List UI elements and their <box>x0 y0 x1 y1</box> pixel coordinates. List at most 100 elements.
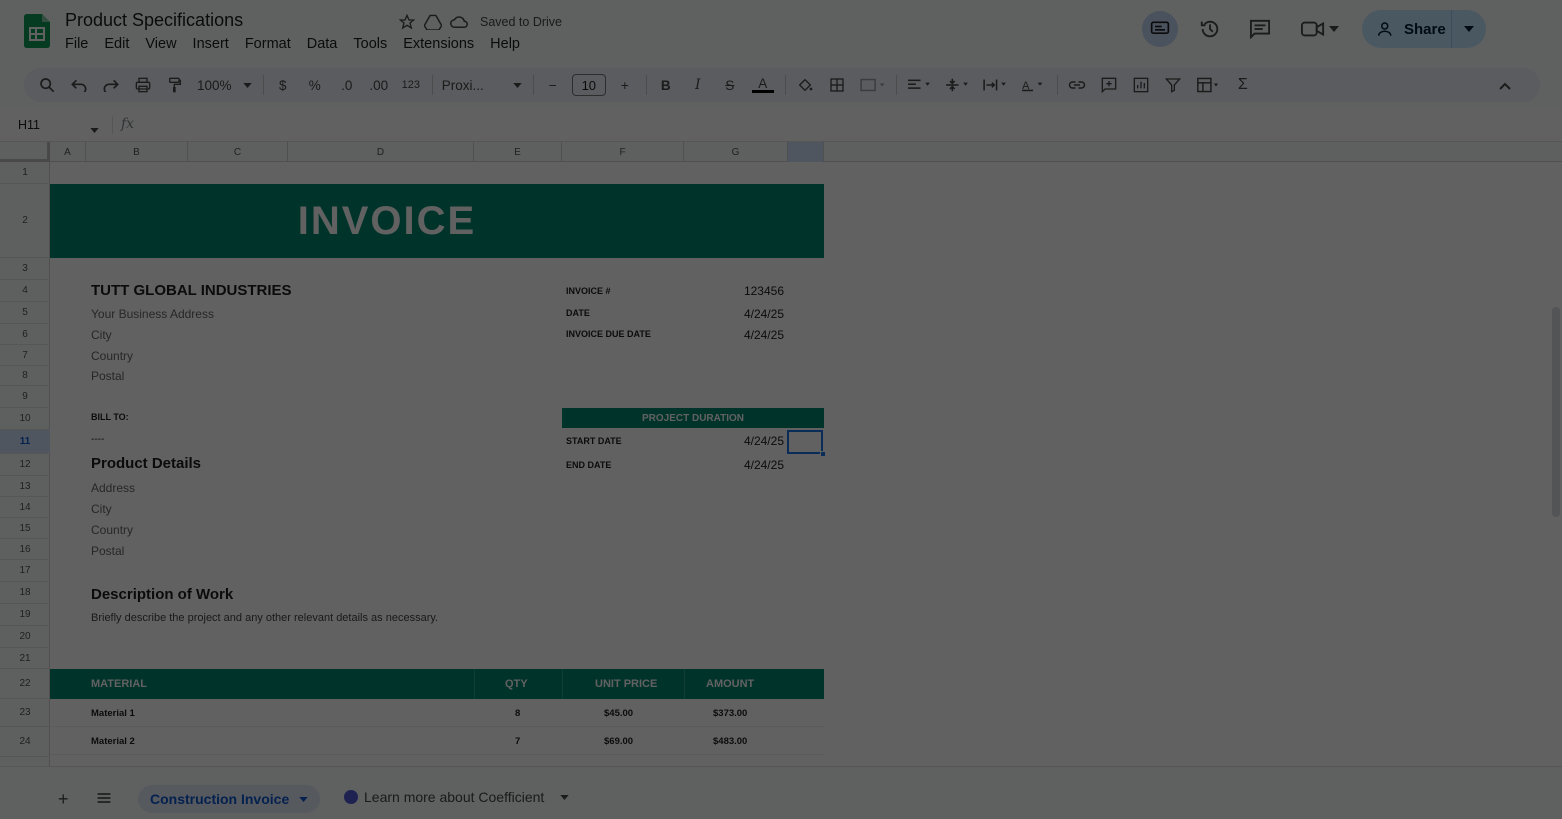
row-header[interactable]: 22 <box>0 669 50 699</box>
product-city[interactable]: City <box>91 502 112 516</box>
column-header-a[interactable]: A <box>50 142 86 162</box>
add-sheet-icon[interactable]: + <box>58 789 69 810</box>
font-size-input[interactable]: 10 <box>571 74 606 96</box>
column-header-d[interactable]: D <box>288 142 474 162</box>
bill-to-value[interactable]: ---- <box>91 434 104 445</box>
text-wrapping-icon[interactable] <box>979 72 1011 98</box>
fill-handle[interactable] <box>820 451 826 457</box>
row-header[interactable]: 15 <box>0 518 50 539</box>
borders-icon[interactable] <box>824 72 850 98</box>
merge-cells-icon[interactable] <box>856 72 888 98</box>
amount-cell[interactable]: $483.00 <box>713 736 747 747</box>
row-header[interactable]: 14 <box>0 497 50 518</box>
document-title[interactable]: Product Specifications <box>65 10 243 31</box>
vertical-align-icon[interactable] <box>941 72 973 98</box>
unit-price-cell[interactable]: $69.00 <box>604 736 633 747</box>
column-header-c[interactable]: C <box>188 142 288 162</box>
business-country[interactable]: Country <box>91 349 133 363</box>
invoice-due-date-label[interactable]: INVOICE DUE DATE <box>566 329 651 339</box>
cloud-saved-icon[interactable] <box>450 13 468 31</box>
row-header[interactable]: 6 <box>0 324 50 345</box>
increase-decimal-button[interactable]: .00 <box>366 72 392 98</box>
menu-tools[interactable]: Tools <box>353 36 395 52</box>
chevron-down-icon[interactable] <box>90 120 99 138</box>
row-header[interactable]: 13 <box>0 476 50 497</box>
more-formats-button[interactable]: 123 <box>398 72 424 98</box>
row-header[interactable]: 20 <box>0 626 50 648</box>
increase-font-size-button[interactable]: + <box>612 72 638 98</box>
row-header-selected[interactable]: 11 <box>0 430 50 454</box>
bold-icon[interactable]: B <box>653 72 679 98</box>
menu-file[interactable]: File <box>65 36 96 52</box>
business-city[interactable]: City <box>91 328 112 342</box>
strikethrough-icon[interactable]: S <box>717 72 743 98</box>
meet-call-icon[interactable] <box>1292 20 1348 38</box>
gemini-chat-icon[interactable] <box>1142 11 1178 47</box>
version-history-icon[interactable] <box>1192 11 1228 47</box>
insert-link-icon[interactable] <box>1064 72 1090 98</box>
sheet-tab-construction-invoice[interactable]: Construction Invoice <box>138 785 321 813</box>
description-text[interactable]: Briefly describe the project and any oth… <box>91 612 438 624</box>
format-percent-button[interactable]: % <box>302 72 328 98</box>
invoice-due-date-value[interactable]: 4/24/25 <box>744 328 784 342</box>
start-date-label[interactable]: START DATE <box>566 436 622 446</box>
print-icon[interactable] <box>130 72 156 98</box>
row-header[interactable]: 17 <box>0 560 50 582</box>
horizontal-align-icon[interactable] <box>903 72 935 98</box>
product-details-title[interactable]: Product Details <box>91 455 201 472</box>
description-title[interactable]: Description of Work <box>91 586 233 603</box>
all-sheets-icon[interactable] <box>96 791 112 810</box>
sheets-logo-icon[interactable] <box>24 14 50 48</box>
fill-color-icon[interactable] <box>792 72 818 98</box>
comments-icon[interactable] <box>1242 11 1278 47</box>
end-date-label[interactable]: END DATE <box>566 460 611 470</box>
redo-icon[interactable] <box>98 72 124 98</box>
italic-icon[interactable]: I <box>685 72 711 98</box>
project-duration-header[interactable]: PROJECT DURATION <box>562 408 824 428</box>
menu-extensions[interactable]: Extensions <box>403 36 482 52</box>
row-header[interactable]: 4 <box>0 280 50 302</box>
amount-cell[interactable]: $373.00 <box>713 708 747 719</box>
column-header-g[interactable]: G <box>684 142 788 162</box>
row-header[interactable]: 8 <box>0 366 50 386</box>
row-header[interactable]: 5 <box>0 302 50 324</box>
end-date-value[interactable]: 4/24/25 <box>744 458 784 472</box>
column-header-f[interactable]: F <box>562 142 684 162</box>
text-rotation-icon[interactable]: A <box>1017 72 1049 98</box>
insert-chart-icon[interactable] <box>1128 72 1154 98</box>
selected-cell-h11[interactable] <box>787 430 823 454</box>
row-header[interactable]: 7 <box>0 345 50 366</box>
qty-cell[interactable]: 8 <box>515 708 520 719</box>
select-all-corner[interactable] <box>0 142 50 162</box>
row-header[interactable]: 19 <box>0 604 50 626</box>
invoice-date-label[interactable]: DATE <box>566 308 590 318</box>
filter-views-icon[interactable] <box>1192 72 1224 98</box>
menu-data[interactable]: Data <box>307 36 346 52</box>
business-address[interactable]: Your Business Address <box>91 307 214 321</box>
column-header-h[interactable] <box>788 142 824 162</box>
bill-to-label[interactable]: BILL TO: <box>91 412 129 422</box>
decrease-decimal-button[interactable]: .0 <box>334 72 360 98</box>
filter-icon[interactable] <box>1160 72 1186 98</box>
menu-view[interactable]: View <box>145 36 184 52</box>
vertical-scrollbar[interactable] <box>1552 307 1560 517</box>
share-button[interactable]: Share <box>1362 10 1486 48</box>
row-header[interactable]: 23 <box>0 699 50 727</box>
row-header[interactable]: 16 <box>0 539 50 560</box>
row-header[interactable]: 9 <box>0 386 50 408</box>
unit-price-cell[interactable]: $45.00 <box>604 708 633 719</box>
business-postal[interactable]: Postal <box>91 369 124 383</box>
functions-icon[interactable]: Σ <box>1230 72 1256 98</box>
decrease-font-size-button[interactable]: − <box>540 72 566 98</box>
material-column-header[interactable]: MATERIAL <box>91 678 147 690</box>
menu-insert[interactable]: Insert <box>193 36 237 52</box>
row-header[interactable]: 10 <box>0 408 50 430</box>
material-cell[interactable]: Material 2 <box>91 736 135 747</box>
unit-price-column-header[interactable]: UNIT PRICE <box>595 678 657 690</box>
invoice-number-value[interactable]: 123456 <box>744 284 784 298</box>
amount-column-header[interactable]: AMOUNT <box>706 678 754 690</box>
search-menus-icon[interactable] <box>34 72 60 98</box>
move-to-drive-icon[interactable] <box>424 13 442 31</box>
menu-edit[interactable]: Edit <box>104 36 137 52</box>
zoom-select[interactable]: 100% <box>194 72 255 98</box>
